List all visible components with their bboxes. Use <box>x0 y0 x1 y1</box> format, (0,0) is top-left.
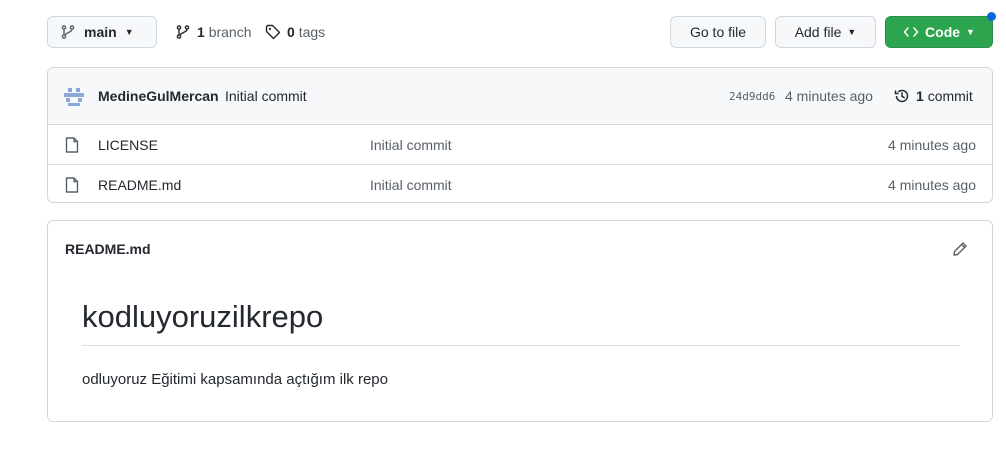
readme-header: README.md <box>48 221 992 277</box>
add-file-button[interactable]: Add file ▼ <box>775 16 876 48</box>
branches-count: 1 <box>197 24 205 40</box>
code-icon <box>903 27 919 37</box>
repo-page: main ▼ 1 branch 0 tags Go to file Add fi… <box>0 0 1006 450</box>
git-branch-icon <box>176 25 190 39</box>
file-name-link[interactable]: README.md <box>98 177 181 193</box>
commit-sha-link[interactable]: 24d9dd6 <box>729 90 775 103</box>
divider <box>82 345 960 346</box>
commit-message-link[interactable]: Initial commit <box>225 88 307 104</box>
chevron-down-icon: ▼ <box>847 27 857 37</box>
history-icon <box>894 89 909 103</box>
file-name-link[interactable]: LICENSE <box>98 137 158 153</box>
notification-dot <box>987 12 996 21</box>
git-branch-icon <box>61 25 75 39</box>
branch-selector-button[interactable]: main ▼ <box>47 16 157 48</box>
go-to-file-label: Go to file <box>689 24 747 40</box>
chevron-down-icon: ▼ <box>966 27 975 37</box>
repo-toolbar: main ▼ 1 branch 0 tags Go to file Add fi… <box>47 12 996 50</box>
tags-count: 0 <box>287 24 295 40</box>
add-file-label: Add file <box>794 24 842 40</box>
commit-count-label: commit <box>927 88 973 104</box>
file-list: MedineGulMercan Initial commit 24d9dd6 4… <box>47 67 993 203</box>
commit-time: 4 minutes ago <box>785 88 873 104</box>
commit-author-link[interactable]: MedineGulMercan <box>98 88 219 104</box>
file-row[interactable]: LICENSE Initial commit 4 minutes ago <box>48 125 992 165</box>
readme-panel: README.md kodluyoruzilkrepo odluyoruz Eğ… <box>47 220 993 422</box>
tags-label: tags <box>298 24 326 40</box>
file-icon <box>65 137 79 153</box>
latest-commit-bar: MedineGulMercan Initial commit 24d9dd6 4… <box>48 68 992 125</box>
go-to-file-button[interactable]: Go to file <box>670 16 766 48</box>
tag-icon <box>265 24 281 40</box>
file-age: 4 minutes ago <box>888 136 976 153</box>
file-commit-link[interactable]: Initial commit <box>370 177 452 193</box>
tags-link[interactable]: 0 tags <box>265 16 325 48</box>
chevron-down-icon: ▼ <box>124 27 134 37</box>
readme-heading: kodluyoruzilkrepo <box>82 299 324 334</box>
code-label: Code <box>925 24 961 40</box>
file-icon <box>65 177 79 193</box>
readme-title-link[interactable]: README.md <box>65 241 151 257</box>
commit-count: 1 <box>916 88 924 104</box>
commits-link[interactable]: 1 commit <box>894 88 973 104</box>
file-commit-link[interactable]: Initial commit <box>370 137 452 153</box>
branch-name: main <box>84 24 117 40</box>
readme-body: odluyoruz Eğitimi kapsamında açtığım ilk… <box>82 371 388 388</box>
branches-link[interactable]: 1 branch <box>175 16 252 48</box>
branches-label: branch <box>208 24 252 40</box>
pencil-icon[interactable] <box>952 241 968 257</box>
code-button[interactable]: Code ▼ <box>885 16 993 48</box>
avatar-identicon[interactable] <box>62 84 86 108</box>
file-row[interactable]: README.md Initial commit 4 minutes ago <box>48 165 992 202</box>
file-age: 4 minutes ago <box>888 176 976 193</box>
